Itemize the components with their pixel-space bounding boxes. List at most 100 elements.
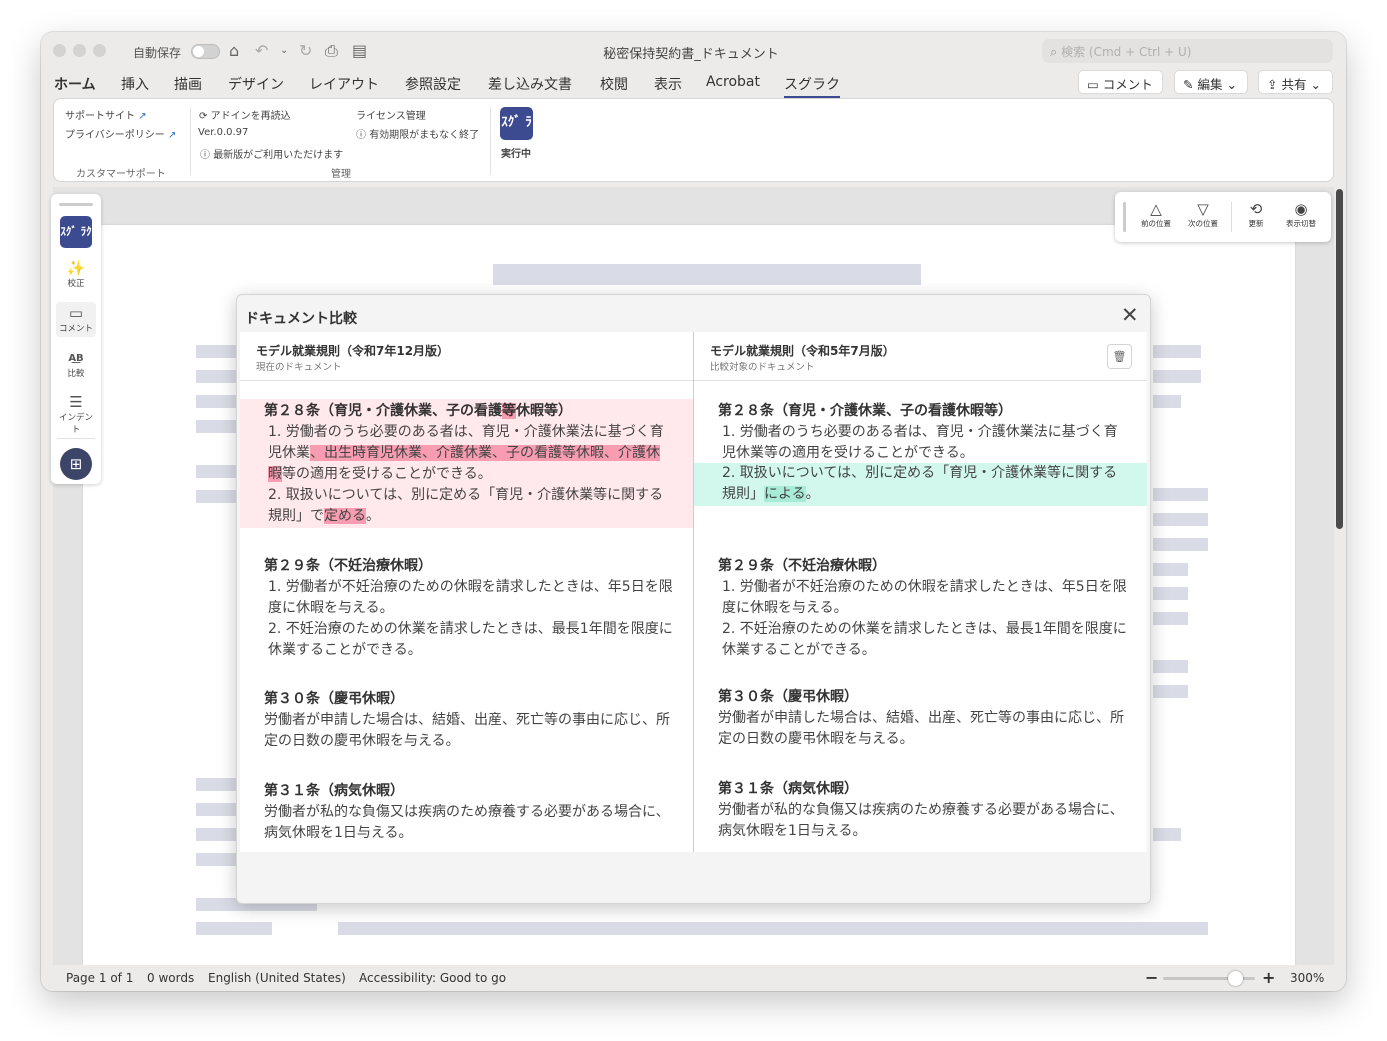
- vertical-scrollbar[interactable]: [1336, 189, 1343, 529]
- tab-layout[interactable]: レイアウト: [309, 74, 379, 94]
- close-icon[interactable]: ✕: [1121, 303, 1139, 327]
- close-window-button[interactable]: [53, 44, 66, 57]
- article-heading: 第３０条（慶弔休暇）: [264, 691, 404, 707]
- placeholder-line: [196, 778, 241, 791]
- license-management-button[interactable]: ライセンス管理: [356, 107, 426, 122]
- tab-design[interactable]: デザイン: [228, 74, 284, 94]
- privacy-policy-link[interactable]: プライバシーポリシー ↗: [65, 126, 176, 141]
- tab-review[interactable]: 校閲: [600, 74, 628, 94]
- share-icon: ⇪: [1267, 77, 1278, 92]
- zoom-slider[interactable]: [1163, 971, 1255, 986]
- zoom-slider-knob[interactable]: [1227, 971, 1243, 986]
- tab-draw[interactable]: 描画: [174, 74, 202, 94]
- page-count[interactable]: Page 1 of 1: [66, 971, 133, 985]
- tab-references[interactable]: 参照設定: [405, 74, 461, 94]
- autosave-toggle[interactable]: [191, 44, 220, 59]
- sidebar-item-indent[interactable]: ☰ インデント: [56, 394, 96, 436]
- search-input[interactable]: ⌕ 検索 (Cmd + Ctrl + U): [1042, 39, 1333, 63]
- article-paragraph: 1. 労働者のうち必要のある者は、育児・介護休業法に基づく育児休業等の適用を受け…: [722, 424, 1118, 461]
- sidebar-item-proofread[interactable]: ✨ 校正: [56, 260, 96, 290]
- support-site-link[interactable]: サポートサイト ↗: [65, 107, 147, 122]
- drag-handle[interactable]: [1123, 202, 1126, 232]
- redo-icon[interactable]: ↻: [299, 42, 312, 60]
- article-28-inserted[interactable]: 2. 取扱いについては、別に定める「育児・介護休業等に関する規則」による。: [694, 463, 1147, 506]
- article-paragraph: 2. 不妊治療のための休業を請求したときは、最長1年間を限度に休業することができ…: [268, 621, 673, 658]
- tab-view[interactable]: 表示: [654, 74, 682, 94]
- reload-addin-button[interactable]: ⟳ アドインを再読込: [199, 107, 291, 122]
- article-paragraph: 2. 取扱いについては、別に定める「育児・介護休業等に関する規則」による。: [722, 465, 1118, 502]
- tab-mailings[interactable]: 差し込み文書: [488, 74, 572, 94]
- eye-icon: ◉: [1294, 200, 1308, 218]
- placeholder-line: [1153, 538, 1208, 551]
- sugraku-logo-icon[interactable]: ｽｸﾞ ﾗｸ: [500, 107, 533, 162]
- accessibility-status[interactable]: Accessibility: Good to go: [359, 971, 506, 985]
- info-icon: ⓘ: [200, 150, 210, 161]
- placeholder-line: [196, 420, 241, 433]
- management-group-label: 管理: [331, 169, 351, 180]
- placeholder-line: [1153, 370, 1201, 383]
- placeholder-line: [338, 922, 1208, 935]
- word-count[interactable]: 0 words: [147, 971, 194, 985]
- edit-button[interactable]: ✎ 編集 ⌄: [1174, 70, 1248, 94]
- zoom-in-icon[interactable]: +: [1262, 968, 1275, 987]
- drag-handle[interactable]: [59, 203, 93, 206]
- external-link-icon: ↗: [168, 130, 177, 141]
- placeholder-line: [196, 803, 241, 816]
- toggle-view-button[interactable]: ◉ 表示切替: [1278, 201, 1324, 229]
- article-paragraph: 1. 労働者が不妊治療のための休暇を請求したときは、年5日を限度に休暇を与える。: [268, 579, 673, 616]
- article-30: 第３０条（慶弔休暇） 労働者が申請した場合は、結婚、出産、死亡等の事由に応じ、所…: [694, 687, 1147, 750]
- current-doc-title: モデル就業規則（令和7年12月版）: [256, 344, 450, 358]
- placeholder-line: [1153, 660, 1188, 673]
- placeholder-line: [196, 345, 241, 358]
- sidebar-divider: [57, 438, 95, 439]
- tab-home[interactable]: ホーム: [54, 74, 96, 94]
- zoom-out-icon[interactable]: −: [1145, 968, 1158, 987]
- zoom-window-button[interactable]: [93, 44, 106, 57]
- article-paragraph: 労働者が私的な負傷又は疾病のため療養する必要がある場合に、病気休暇を1日与える。: [264, 804, 670, 841]
- placeholder-line: [196, 395, 241, 408]
- print-icon[interactable]: ⎙: [325, 42, 338, 60]
- tab-sugraku[interactable]: スグラク: [784, 74, 840, 98]
- undo-icon[interactable]: ↶: [255, 42, 268, 60]
- tab-acrobat[interactable]: Acrobat: [706, 74, 760, 90]
- placeholder-line: [1153, 587, 1188, 600]
- placeholder-line: [1153, 345, 1201, 358]
- info-icon: ⓘ: [356, 130, 366, 141]
- save-icon[interactable]: ▤: [352, 42, 367, 60]
- chevron-down-icon[interactable]: ⌄: [280, 42, 288, 60]
- placeholder-line: [196, 370, 241, 383]
- document-compare-dialog: ドキュメント比較 ✕ モデル就業規則（令和7年12月版） 現在のドキュメント 第…: [236, 294, 1151, 904]
- article-heading: 第２９条（不妊治療休暇）: [718, 558, 886, 574]
- sugraku-logo-icon[interactable]: ｽｸﾞ ﾗｸ: [60, 216, 92, 248]
- article-heading: 第３０条（慶弔休暇）: [718, 689, 858, 705]
- placeholder-line: [196, 490, 241, 503]
- ribbon-divider: [190, 107, 191, 175]
- customer-support-group-label: カスタマーサポート: [76, 169, 166, 180]
- word-window: 自動保存 ⌂ ↶ ⌄ ↻ ⎙ ▤ 秘密保持契約書_ドキュメント ⌕ 検索 (Cm…: [41, 32, 1346, 991]
- next-position-button[interactable]: ▽ 次の位置: [1180, 201, 1226, 229]
- grid-icon[interactable]: ⊞: [60, 448, 92, 480]
- chevron-down-icon: ⌄: [1310, 77, 1321, 92]
- trash-icon[interactable]: 🗑: [1107, 344, 1132, 369]
- prev-position-button[interactable]: △ 前の位置: [1133, 201, 1179, 229]
- article-31: 第３１条（病気休暇） 労働者が私的な負傷又は疾病のため療養する必要がある場合に、…: [694, 779, 1147, 842]
- search-icon: ⌕: [1050, 45, 1058, 60]
- refresh-button[interactable]: ⟲ 更新: [1233, 201, 1279, 229]
- update-notice[interactable]: ⓘ 最新版がご利用いただけます: [200, 146, 343, 161]
- minimize-window-button[interactable]: [73, 44, 86, 57]
- window-title: 秘密保持契約書_ドキュメント: [603, 47, 779, 62]
- comment-button[interactable]: ▭ コメント: [1078, 70, 1163, 94]
- sidebar-item-compare[interactable]: A͟B 比較: [56, 350, 96, 379]
- placeholder-line: [1153, 488, 1208, 501]
- article-30: 第３０条（慶弔休暇） 労働者が申請した場合は、結婚、出産、死亡等の事由に応じ、所…: [240, 689, 693, 752]
- title-bar: 自動保存 ⌂ ↶ ⌄ ↻ ⎙ ▤ 秘密保持契約書_ドキュメント ⌕ 検索 (Cm…: [41, 32, 1346, 70]
- home-icon[interactable]: ⌂: [229, 42, 239, 60]
- zoom-level[interactable]: 300%: [1290, 971, 1324, 985]
- article-heading: 第２８条（育児・介護休業、子の看護休暇等）: [718, 403, 1012, 419]
- tab-insert[interactable]: 挿入: [121, 74, 149, 94]
- language[interactable]: English (United States): [208, 971, 346, 985]
- compare-icon: A͟B: [68, 353, 84, 364]
- sidebar-item-comment[interactable]: ▭ コメント: [56, 302, 96, 337]
- share-button[interactable]: ⇪ 共有 ⌄: [1258, 70, 1333, 94]
- article-28-deleted[interactable]: 第２８条（育児・介護休業、子の看護等休暇等） 1. 労働者のうち必要のある者は、…: [240, 399, 693, 528]
